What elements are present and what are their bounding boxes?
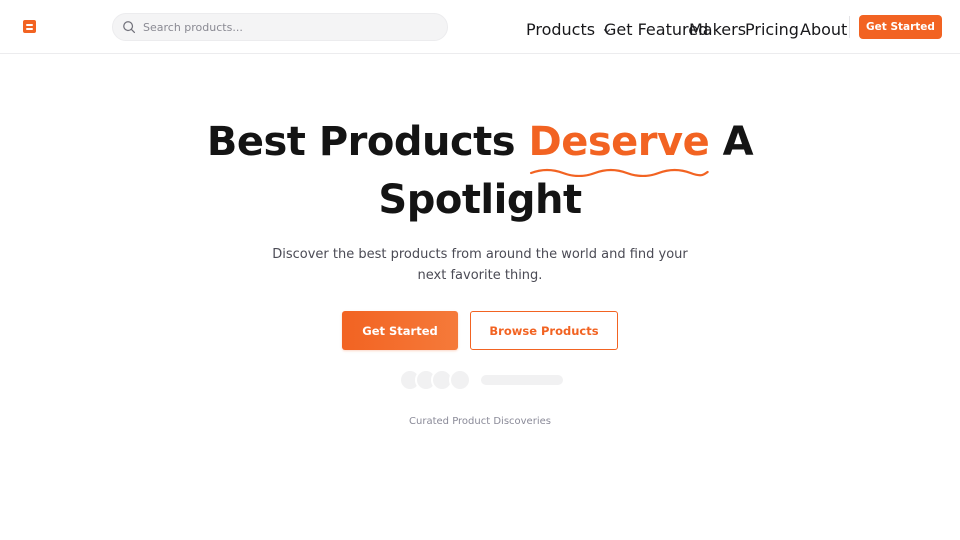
nav-products-label: Products (526, 20, 596, 39)
loading-skeleton-bar (481, 375, 563, 385)
logo-icon[interactable] (23, 20, 36, 33)
hero-caption: Curated Product Discoveries (409, 416, 551, 427)
search-icon (123, 21, 136, 34)
hero-subtitle: Discover the best products from around t… (0, 244, 960, 286)
hero-title-line2: Spotlight (378, 177, 582, 223)
top-nav-bar: Products Get Featured Makers Pricing Abo… (0, 0, 960, 54)
nav-divider (849, 16, 850, 38)
avatar-placeholder (449, 369, 471, 391)
nav-pricing[interactable]: Pricing (745, 20, 799, 39)
search-input[interactable] (143, 14, 439, 40)
hero-title-part2: A (709, 119, 754, 165)
browse-products-button[interactable]: Browse Products (470, 311, 618, 350)
hero-subtitle-line1: Discover the best products from around t… (272, 247, 688, 262)
squiggle-underline (529, 168, 709, 177)
get-started-button[interactable]: Get Started (342, 311, 458, 350)
hero-title-accent: Deserve (528, 113, 710, 177)
hero-title-accent-text: Deserve (528, 119, 710, 165)
hero-title: Best Products Deserve A Spotlight (0, 113, 960, 229)
search-bar[interactable] (112, 13, 448, 41)
hero-title-part1: Best Products (206, 119, 529, 165)
nav-makers[interactable]: Makers (689, 20, 746, 39)
hero-subtitle-line2: next favorite thing. (417, 268, 543, 283)
nav-products[interactable]: Products (526, 20, 611, 39)
nav-about[interactable]: About (800, 20, 847, 39)
avatar-stack (399, 369, 471, 391)
header-get-started-button[interactable]: Get Started (859, 15, 942, 39)
